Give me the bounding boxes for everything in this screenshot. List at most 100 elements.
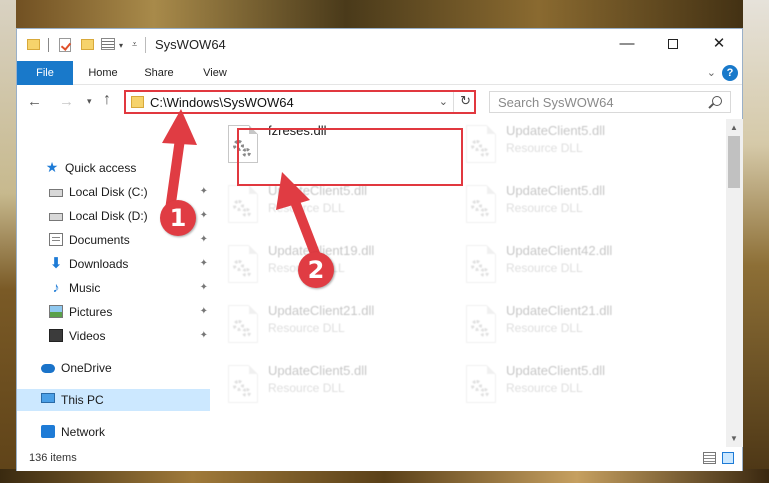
- sidebar-item-label: Quick access: [65, 161, 137, 175]
- file-name: UpdateClient5.dll: [506, 183, 606, 198]
- dll-file-icon: [466, 185, 496, 223]
- tab-home[interactable]: Home: [81, 61, 125, 85]
- properties-icon[interactable]: [101, 38, 115, 50]
- sidebar-item-pictures[interactable]: Pictures ✦: [17, 301, 210, 323]
- gear-icon: [242, 208, 251, 217]
- file-type: Resource DLL: [506, 141, 583, 155]
- step-1-badge: 1: [160, 200, 196, 236]
- maximize-icon: [668, 39, 678, 50]
- sidebar-item-downloads[interactable]: ⬇ Downloads ✦: [17, 253, 210, 275]
- file-type: Resource DLL: [506, 261, 583, 275]
- maximize-button[interactable]: [650, 29, 696, 59]
- search-input[interactable]: Search SysWOW64: [489, 91, 731, 113]
- new-folder-icon[interactable]: [81, 39, 94, 50]
- sidebar-item-label: Network: [61, 425, 106, 439]
- dll-file-icon: [466, 245, 496, 283]
- file-name: UpdateClient21.dll: [506, 303, 613, 318]
- downloads-icon: ⬇: [49, 255, 63, 272]
- gear-icon: [242, 268, 251, 277]
- address-path[interactable]: C:\Windows\SysWOW64: [150, 95, 294, 110]
- file-type: Resource DLL: [506, 321, 583, 335]
- address-dropdown-icon[interactable]: ⌄: [439, 95, 448, 108]
- vertical-scrollbar[interactable]: ▲ ▼: [726, 119, 743, 447]
- minimize-button[interactable]: —: [604, 29, 650, 59]
- close-button[interactable]: ✕: [696, 29, 742, 59]
- gear-icon: [480, 148, 489, 157]
- help-icon[interactable]: ?: [722, 65, 738, 81]
- file-item[interactable]: UpdateClient5.dll Resource DLL: [220, 361, 446, 417]
- tab-view[interactable]: View: [193, 61, 237, 85]
- file-item[interactable]: UpdateClient21.dll Resource DLL: [458, 301, 684, 357]
- file-item[interactable]: UpdateClient5.dll Resource DLL: [458, 121, 684, 177]
- navigation-pane: ★ Quick access Local Disk (C:) ✦ Local Disk …: [17, 119, 210, 447]
- customize-toolbar-icon[interactable]: ⩡: [132, 39, 137, 55]
- scroll-thumb[interactable]: [728, 136, 740, 188]
- sidebar-item-onedrive[interactable]: OneDrive: [17, 357, 210, 379]
- file-name: UpdateClient21.dll: [268, 303, 375, 318]
- dll-file-icon: [228, 365, 258, 403]
- tab-file[interactable]: File: [17, 61, 73, 85]
- recent-locations-icon[interactable]: ▾: [87, 96, 92, 107]
- expand-ribbon-icon[interactable]: ⌄: [707, 66, 716, 79]
- search-icon[interactable]: [712, 96, 722, 106]
- file-item[interactable]: UpdateClient42.dll Resource DLL: [458, 241, 684, 297]
- scroll-down-icon[interactable]: ▼: [730, 434, 738, 443]
- pin-icon: ✦: [199, 186, 208, 197]
- back-button[interactable]: ←: [27, 93, 42, 110]
- forward-button[interactable]: →: [59, 93, 74, 110]
- desktop-background-right: [743, 0, 769, 483]
- file-item[interactable]: UpdateClient5.dll Resource DLL: [458, 181, 684, 237]
- star-icon: ★: [45, 159, 59, 175]
- pin-icon: ✦: [199, 258, 208, 269]
- file-name: UpdateClient42.dll: [506, 243, 613, 258]
- file-type: Resource DLL: [506, 381, 583, 395]
- tab-share[interactable]: Share: [137, 61, 181, 85]
- item-count: 136 items: [29, 452, 77, 464]
- pin-icon: ✦: [199, 330, 208, 341]
- file-type: Resource DLL: [268, 381, 345, 395]
- sidebar-item-network[interactable]: Network: [17, 421, 210, 443]
- window-title: SysWOW64: [155, 37, 226, 52]
- large-icons-view-icon[interactable]: [722, 452, 734, 464]
- file-item[interactable]: UpdateClient5.dll Resource DLL: [220, 181, 446, 237]
- chevron-down-icon[interactable]: ▾: [119, 41, 123, 57]
- dll-file-icon: [466, 125, 496, 163]
- sidebar-item-this-pc[interactable]: This PC: [17, 389, 210, 411]
- gear-icon: [480, 208, 489, 217]
- details-view-icon[interactable]: [703, 452, 716, 464]
- gear-icon: [480, 268, 489, 277]
- address-bar[interactable]: C:\Windows\SysWOW64 ⌄ ↻: [124, 90, 476, 114]
- file-item[interactable]: UpdateClient21.dll Resource DLL: [220, 301, 446, 357]
- file-name: UpdateClient5.dll: [506, 123, 606, 138]
- sidebar-item-label: This PC: [61, 393, 104, 407]
- quick-access-divider: [48, 38, 49, 52]
- gear-icon: [242, 388, 251, 397]
- sidebar-item-label: Downloads: [69, 257, 129, 271]
- dll-file-icon: [228, 245, 258, 283]
- sidebar-item-label: OneDrive: [61, 361, 112, 375]
- sidebar-item-label: Videos: [69, 329, 106, 343]
- refresh-icon[interactable]: ↻: [460, 93, 471, 109]
- file-type: Resource DLL: [268, 321, 345, 335]
- sidebar-item-videos[interactable]: Videos ✦: [17, 325, 210, 347]
- title-bar: ▾ ⩡ SysWOW64 — ✕: [17, 29, 742, 61]
- dll-file-icon: [228, 305, 258, 343]
- pictures-icon: [49, 305, 63, 318]
- file-type: Resource DLL: [268, 201, 345, 215]
- up-button[interactable]: ↑: [103, 91, 111, 109]
- sidebar-item-quick-access[interactable]: ★ Quick access: [17, 157, 210, 179]
- sidebar-item-label: Local Disk (D:): [69, 209, 148, 223]
- file-item[interactable]: UpdateClient5.dll Resource DLL: [458, 361, 684, 417]
- scroll-up-icon[interactable]: ▲: [730, 123, 738, 132]
- properties-check-icon[interactable]: [59, 38, 71, 52]
- file-type: Resource DLL: [506, 201, 583, 215]
- pin-icon: ✦: [199, 210, 208, 221]
- pin-icon: ✦: [199, 234, 208, 245]
- sidebar-item-music[interactable]: ♪ Music ✦: [17, 277, 210, 299]
- videos-icon: [49, 329, 63, 342]
- pc-icon: [41, 393, 55, 403]
- network-icon: [41, 425, 55, 438]
- music-icon: ♪: [52, 279, 60, 295]
- onedrive-icon: [41, 364, 55, 373]
- folder-icon: [27, 39, 40, 50]
